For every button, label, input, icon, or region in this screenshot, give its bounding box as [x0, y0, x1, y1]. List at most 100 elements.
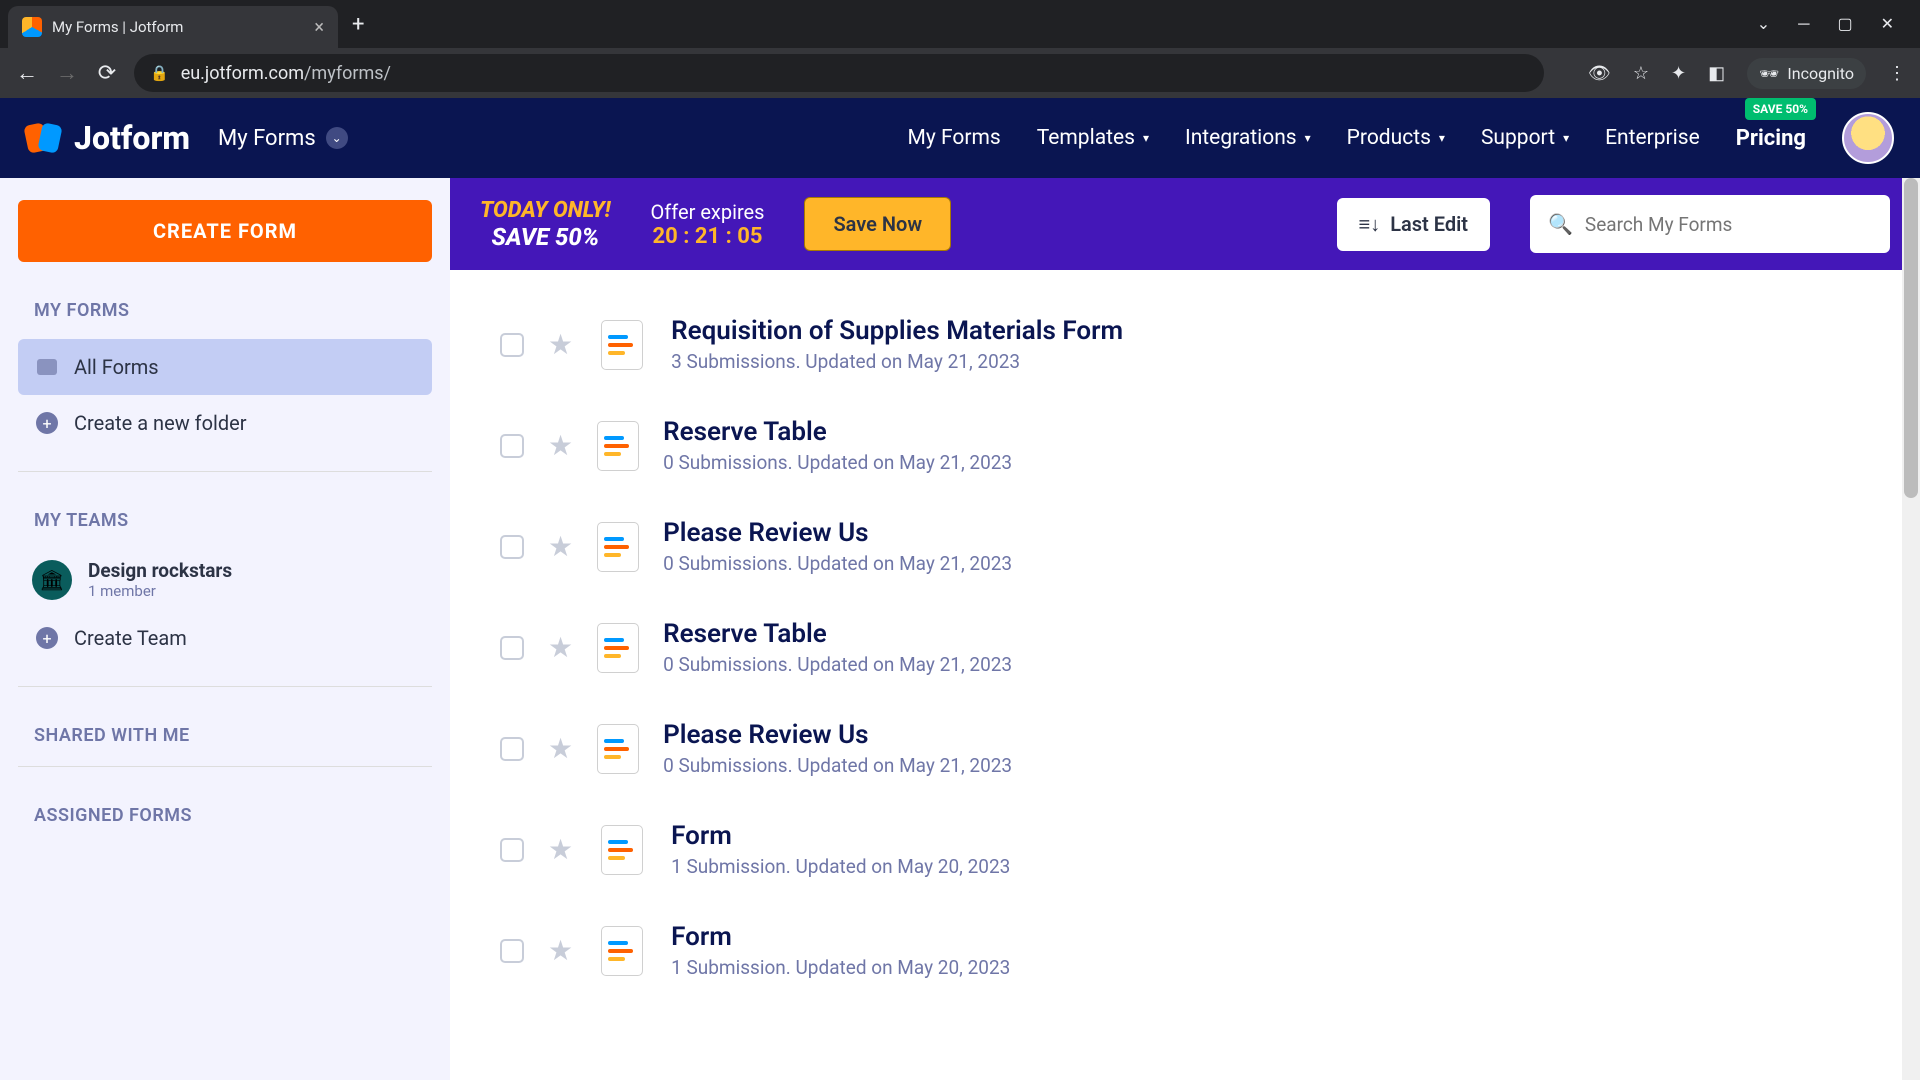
sidebar-team-item[interactable]: 🏛 Design rockstars 1 member [18, 549, 432, 610]
promo-line2: SAVE 50% [480, 223, 611, 251]
nav-enterprise[interactable]: Enterprise [1605, 126, 1700, 150]
browser-tab[interactable]: My Forms | Jotform × [8, 6, 338, 48]
save-now-button[interactable]: Save Now [804, 197, 951, 251]
divider [18, 766, 432, 767]
form-title: Form [671, 922, 1010, 952]
minimize-icon[interactable]: ─ [1798, 14, 1809, 34]
form-row[interactable]: ★Please Review Us0 Submissions. Updated … [490, 496, 1880, 597]
form-type-icon [601, 926, 643, 976]
checkbox[interactable] [500, 939, 524, 963]
star-icon[interactable]: ★ [548, 732, 573, 765]
form-row[interactable]: ★ Reserve Table 0 Submissions. Updated on … [490, 597, 1880, 698]
maximize-icon[interactable]: ▢ [1837, 14, 1852, 34]
form-type-icon [597, 421, 639, 471]
checkbox[interactable] [500, 535, 524, 559]
sidebar: CREATE FORM MY FORMS All Forms + Create … [0, 178, 450, 1080]
sidebar-heading-my-teams: MY TEAMS [34, 510, 432, 531]
chevron-down-icon: ▾ [1563, 131, 1569, 145]
scrollbar-track[interactable] [1902, 178, 1920, 1080]
side-panel-icon[interactable]: ◧ [1708, 63, 1725, 84]
search-input[interactable] [1585, 213, 1872, 236]
brand-text: Jotform [74, 119, 190, 157]
chevron-down-icon: ▾ [1143, 131, 1149, 145]
chrome-menu-icon[interactable]: ⋮ [1888, 63, 1906, 84]
back-icon[interactable]: ← [14, 60, 40, 86]
sort-label: Last Edit [1390, 212, 1468, 236]
form-row[interactable]: ★ Form 1 Submission. Updated on May 20, 20… [490, 799, 1880, 900]
form-list: ★Requisition of Supplies Materials Form3… [450, 270, 1920, 1080]
form-meta: 0 Submissions. Updated on May 21, 2023 [663, 451, 1012, 474]
sort-button[interactable]: ≡↓ Last Edit [1337, 198, 1490, 251]
sidebar-heading-assigned: ASSIGNED FORMS [34, 805, 432, 826]
form-meta: 0 Submissions. Updated on May 21, 2023 [663, 754, 1012, 777]
incognito-label: Incognito [1787, 64, 1854, 83]
star-icon[interactable]: ★ [548, 833, 573, 866]
star-icon[interactable]: ★ [548, 631, 573, 664]
divider [18, 686, 432, 687]
expires-timer: 20 : 21 : 05 [651, 224, 765, 249]
incognito-indicator[interactable]: 🕶 Incognito [1747, 58, 1866, 89]
team-icon: 🏛 [32, 560, 72, 600]
address-bar[interactable]: 🔒 eu.jotform.com/myforms/ [134, 54, 1544, 92]
nav-my-forms[interactable]: My Forms [908, 126, 1001, 150]
tab-favicon-icon [22, 17, 42, 37]
nav-integrations[interactable]: Integrations▾ [1185, 126, 1311, 150]
new-tab-button[interactable]: + [352, 12, 364, 37]
form-meta: 1 Submission. Updated on May 20, 2023 [671, 956, 1010, 979]
star-icon[interactable]: ★ [548, 530, 573, 563]
nav-templates[interactable]: Templates▾ [1037, 126, 1149, 150]
tab-close-icon[interactable]: × [314, 17, 324, 38]
reload-icon[interactable]: ⟳ [94, 61, 120, 86]
form-title: Requisition of Supplies Materials Form [671, 316, 1123, 346]
workspace-dropdown[interactable]: My Forms ⌄ [218, 126, 348, 151]
sidebar-item-new-folder[interactable]: + Create a new folder [18, 395, 432, 451]
folder-icon [36, 356, 58, 378]
form-row[interactable]: ★ Form 1 Submission. Updated on May 20, 20… [490, 900, 1880, 1001]
search-icon: 🔍 [1548, 212, 1573, 236]
sort-icon: ≡↓ [1359, 212, 1381, 237]
checkbox[interactable] [500, 434, 524, 458]
tab-title: My Forms | Jotform [52, 18, 183, 36]
create-form-button[interactable]: CREATE FORM [18, 200, 432, 262]
star-icon[interactable]: ★ [548, 328, 573, 361]
form-title: Reserve Table [663, 417, 1012, 447]
avatar[interactable] [1842, 112, 1894, 164]
logo[interactable]: Jotform [26, 119, 190, 157]
star-icon[interactable]: ★ [548, 934, 573, 967]
form-meta: 0 Submissions. Updated on May 21, 2023 [663, 653, 1012, 676]
nav-pricing[interactable]: SAVE 50% Pricing [1736, 126, 1806, 151]
form-row[interactable]: ★ Please Review Us 0 Submissions. Updated … [490, 698, 1880, 799]
tab-search-icon[interactable]: ⌄ [1757, 14, 1770, 34]
checkbox[interactable] [500, 737, 524, 761]
checkbox[interactable] [500, 838, 524, 862]
nav-products[interactable]: Products▾ [1347, 126, 1445, 150]
sidebar-item-label: Create Team [74, 626, 187, 650]
expires-label: Offer expires [651, 200, 765, 224]
scrollbar-thumb[interactable] [1904, 178, 1918, 498]
save-badge: SAVE 50% [1745, 98, 1816, 120]
form-type-icon [601, 320, 643, 370]
form-title: Form [671, 821, 1010, 851]
url-path: /myforms/ [304, 63, 391, 84]
form-title: Reserve Table [663, 619, 1012, 649]
eye-off-icon[interactable]: 👁 [1588, 63, 1611, 84]
sidebar-item-create-team[interactable]: + Create Team [18, 610, 432, 666]
close-window-icon[interactable]: ✕ [1881, 14, 1894, 34]
nav-support[interactable]: Support▾ [1481, 126, 1569, 150]
workspace-label: My Forms [218, 126, 316, 151]
star-icon[interactable]: ★ [548, 429, 573, 462]
sidebar-item-label: Create a new folder [74, 411, 247, 435]
form-meta: 0 Submissions. Updated on May 21, 2023 [663, 552, 1012, 575]
team-name: Design rockstars [88, 559, 232, 582]
lock-icon: 🔒 [150, 64, 169, 82]
checkbox[interactable] [500, 333, 524, 357]
checkbox[interactable] [500, 636, 524, 660]
form-row[interactable]: ★Requisition of Supplies Materials Form3… [490, 294, 1880, 395]
form-row[interactable]: ★ Reserve Table 0 Submissions. Updated on … [490, 395, 1880, 496]
bookmark-star-icon[interactable]: ☆ [1633, 63, 1649, 84]
extensions-icon[interactable]: ✦ [1671, 63, 1686, 84]
sidebar-item-all-forms[interactable]: All Forms [18, 339, 432, 395]
form-meta: 1 Submission. Updated on May 20, 2023 [671, 855, 1010, 878]
form-title: Please Review Us [663, 720, 1012, 750]
search-box[interactable]: 🔍 [1530, 195, 1890, 253]
